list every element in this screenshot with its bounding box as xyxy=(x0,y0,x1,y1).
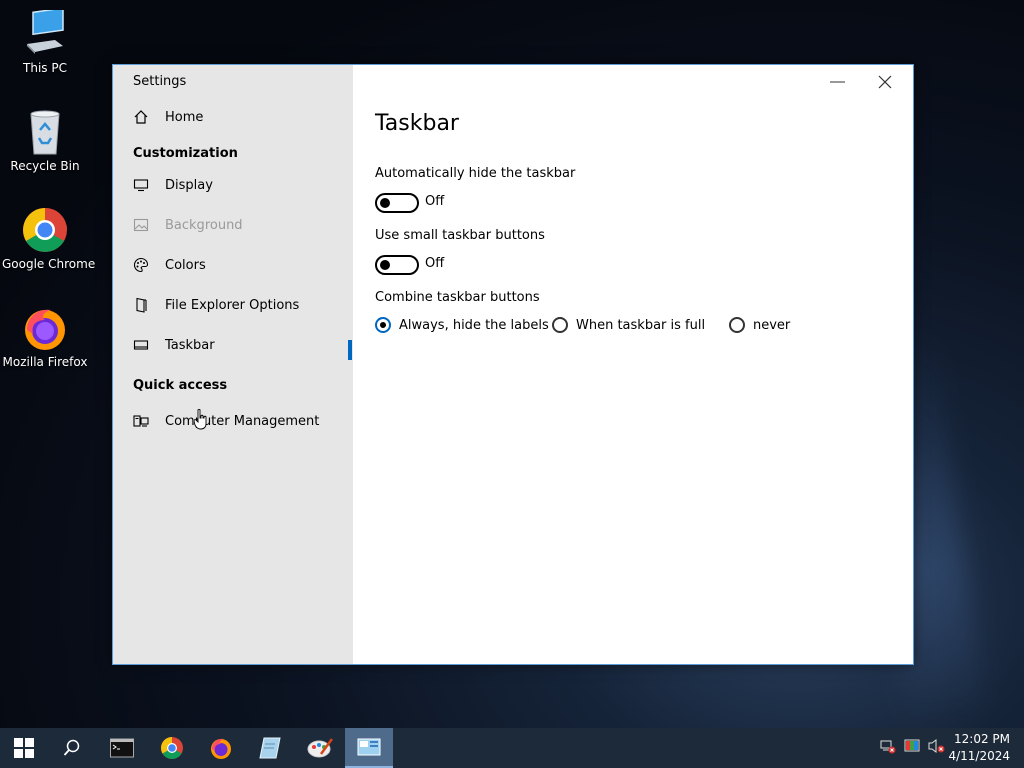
sidebar-item-display[interactable]: Display xyxy=(133,174,213,196)
taskbar-paint-app[interactable] xyxy=(296,728,344,768)
radio-circle xyxy=(375,317,391,333)
toggle-knob xyxy=(380,198,390,208)
auto-hide-label: Automatically hide the taskbar xyxy=(375,166,576,181)
chrome-icon xyxy=(161,737,183,759)
firefox-icon xyxy=(211,738,231,759)
radio-always-hide-labels[interactable]: Always, hide the labels xyxy=(375,317,549,333)
display-icon xyxy=(133,177,149,193)
desktop-icon-label: Recycle Bin xyxy=(10,159,80,173)
sidebar-item-taskbar[interactable]: Taskbar xyxy=(133,334,215,356)
radio-when-taskbar-full[interactable]: When taskbar is full xyxy=(552,317,705,333)
desktop-icon-label: Mozilla Firefox xyxy=(2,355,88,369)
close-button[interactable] xyxy=(863,71,907,93)
network-error-icon[interactable] xyxy=(880,738,896,758)
desktop-icon-recycle-bin[interactable]: Recycle Bin xyxy=(2,108,88,173)
terminal-icon xyxy=(110,738,134,758)
sidebar-item-label: Background xyxy=(165,217,243,233)
desktop-icon-this-pc[interactable]: This PC xyxy=(2,7,88,75)
sidebar-item-background: Background xyxy=(133,214,243,236)
desktop-icon-label: This PC xyxy=(23,61,67,75)
desktop-icon-firefox[interactable]: Mozilla Firefox xyxy=(2,304,88,369)
auto-hide-state: Off xyxy=(425,194,445,209)
window-title: Settings xyxy=(133,74,187,89)
windows-logo-icon xyxy=(14,738,34,758)
this-pc-icon xyxy=(21,7,69,58)
search-button[interactable] xyxy=(48,728,96,768)
paint-icon xyxy=(307,738,333,758)
settings-main: Taskbar Automatically hide the taskbar O… xyxy=(353,65,913,664)
recycle-bin-icon xyxy=(21,108,69,156)
sidebar-item-label: Display xyxy=(165,177,213,193)
taskbar-chrome[interactable] xyxy=(148,728,196,768)
desktop-icon-label: Google Chrome xyxy=(2,257,96,271)
search-icon xyxy=(63,739,80,756)
sidebar-item-label: File Explorer Options xyxy=(165,297,300,313)
taskbar-terminal[interactable] xyxy=(98,728,146,768)
clock-time: 12:02 PM xyxy=(954,732,1010,746)
hand-cursor-icon xyxy=(193,408,208,431)
sidebar-item-colors[interactable]: Colors xyxy=(133,254,206,276)
start-button[interactable] xyxy=(0,728,48,768)
file-explorer-icon xyxy=(133,297,149,313)
section-header-quick-access: Quick access xyxy=(133,378,228,393)
taskbar-clock[interactable]: 12:02 PM 4/11/2024 xyxy=(948,731,1010,765)
radio-label: Always, hide the labels xyxy=(399,317,549,333)
desktop-icon-chrome[interactable]: Google Chrome xyxy=(2,206,96,271)
auto-hide-toggle[interactable] xyxy=(375,193,419,213)
page-title: Taskbar xyxy=(375,111,459,136)
taskbar: 12:02 PM 4/11/2024 xyxy=(0,728,1024,768)
firefox-icon xyxy=(21,304,69,352)
selected-indicator xyxy=(348,340,352,360)
control-panel-icon xyxy=(357,738,381,756)
radio-label: When taskbar is full xyxy=(576,317,706,333)
computer-management-icon xyxy=(133,413,149,429)
sidebar-item-home[interactable]: Home xyxy=(133,106,203,128)
settings-window: Settings Home Customization Display Back… xyxy=(112,64,914,665)
home-icon xyxy=(133,109,149,125)
taskbar-firefox[interactable] xyxy=(197,728,245,768)
notepad-icon xyxy=(259,737,281,759)
chrome-icon xyxy=(21,206,69,254)
radio-never[interactable]: never xyxy=(729,317,790,333)
small-buttons-state: Off xyxy=(425,256,445,271)
settings-sidebar: Settings Home Customization Display Back… xyxy=(113,65,353,664)
clock-date: 4/11/2024 xyxy=(948,749,1010,763)
system-tray xyxy=(880,728,946,768)
combine-label: Combine taskbar buttons xyxy=(375,290,540,305)
radio-circle xyxy=(729,317,745,333)
sidebar-item-label: Taskbar xyxy=(165,337,215,353)
radio-label: never xyxy=(753,317,791,333)
small-buttons-toggle[interactable] xyxy=(375,255,419,275)
taskbar-settings-active[interactable] xyxy=(345,728,393,768)
sidebar-item-label: Colors xyxy=(165,257,206,273)
taskbar-notes-app[interactable] xyxy=(246,728,294,768)
sidebar-item-file-explorer-options[interactable]: File Explorer Options xyxy=(133,294,299,316)
picture-icon xyxy=(133,217,149,233)
small-buttons-label: Use small taskbar buttons xyxy=(375,228,545,243)
sidebar-item-label: Computer Management xyxy=(165,413,320,429)
volume-muted-icon[interactable] xyxy=(928,738,946,758)
taskbar-icon xyxy=(133,337,149,353)
color-display-icon[interactable] xyxy=(904,738,920,758)
toggle-knob xyxy=(380,260,390,270)
palette-icon xyxy=(133,257,149,273)
sidebar-item-computer-management[interactable]: Computer Management xyxy=(133,410,319,432)
radio-circle xyxy=(552,317,568,333)
section-header-customization: Customization xyxy=(133,146,238,161)
sidebar-item-label: Home xyxy=(165,109,204,125)
close-icon xyxy=(878,75,892,89)
minimize-button[interactable] xyxy=(815,71,859,93)
